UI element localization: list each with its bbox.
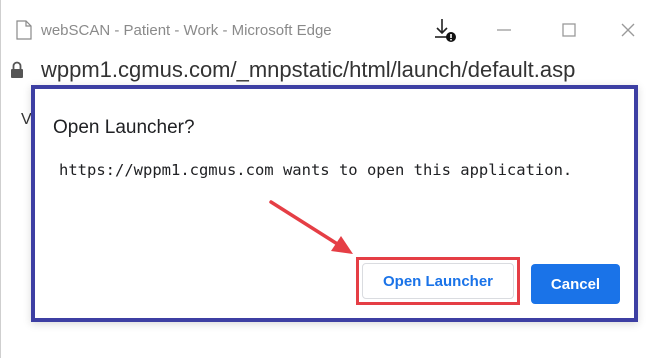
maximize-icon[interactable] [557, 18, 581, 42]
download-icon[interactable] [432, 16, 458, 44]
page-icon [16, 20, 32, 40]
minimize-icon[interactable] [492, 18, 516, 42]
open-launcher-button[interactable]: Open Launcher [362, 263, 514, 299]
dialog-title: Open Launcher? [53, 117, 195, 138]
lock-icon [11, 61, 23, 78]
close-icon[interactable] [616, 18, 640, 42]
cancel-button[interactable]: Cancel [531, 264, 620, 304]
window-title: webSCAN - Patient - Work - Microsoft Edg… [41, 22, 332, 39]
url-text[interactable]: wppm1.cgmus.com/_mnpstatic/html/launch/d… [41, 57, 575, 83]
annotation-arrow-icon [269, 200, 353, 254]
title-bar: webSCAN - Patient - Work - Microsoft Edg… [1, 0, 652, 52]
browser-window: webSCAN - Patient - Work - Microsoft Edg… [0, 0, 652, 358]
open-launcher-button-highlight: Open Launcher [356, 257, 520, 305]
dialog-message: https://wppm1.cgmus.com wants to open th… [59, 161, 573, 179]
